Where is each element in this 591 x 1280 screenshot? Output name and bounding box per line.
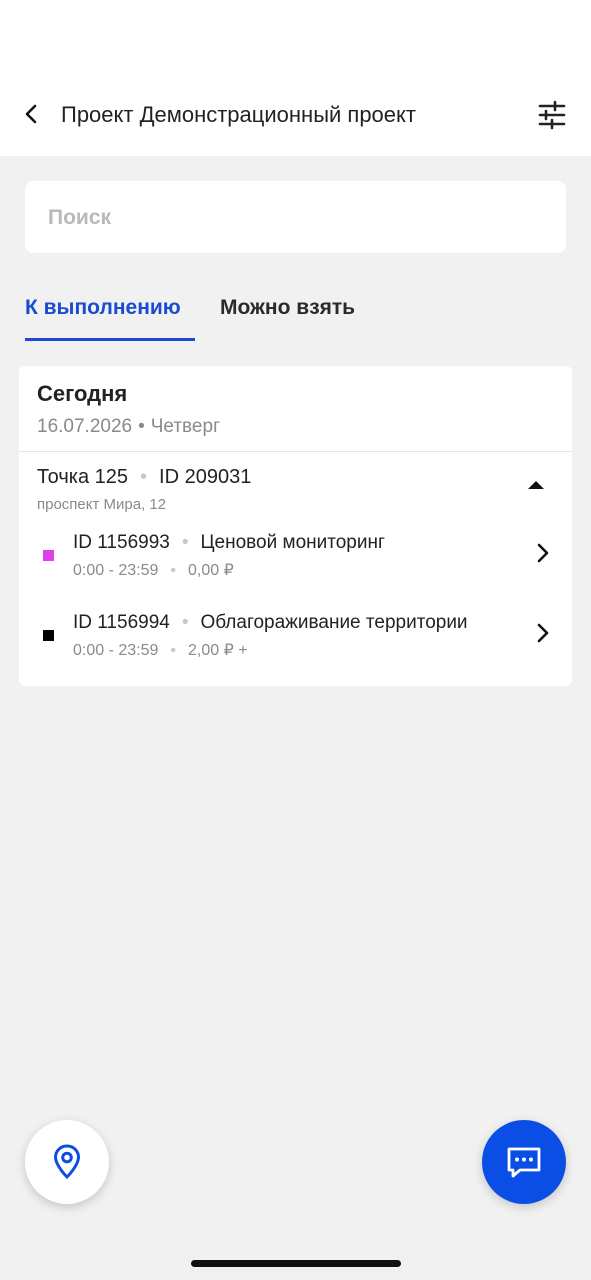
tab-available[interactable]: Можно взять [220,296,355,320]
task-price: 2,00 ₽ + [188,642,248,659]
map-button[interactable] [25,1120,109,1204]
point-title-line: Точка 125 • ID 209031 [37,466,251,489]
page-title: Проект Демонстрационный проект [61,102,416,127]
tab-to-do[interactable]: К выполнению [25,296,181,320]
chat-button[interactable] [482,1120,566,1204]
task-title-line: ID 1156994 • Облагораживание территории [73,612,468,634]
task-id: ID 1156994 [73,612,170,633]
search-input[interactable] [46,181,550,255]
separator-dot: • [181,612,189,633]
caret-up-icon[interactable] [525,478,547,492]
task-time: 0:00 - 23:59 [73,562,159,579]
back-button[interactable] [20,102,44,126]
task-title-line: ID 1156993 • Ценовой мониторинг [73,532,385,554]
chevron-left-icon [25,104,37,124]
task-id: ID 1156993 [73,532,170,553]
task-time: 0:00 - 23:59 [73,642,159,659]
task-row[interactable]: ID 1156993 • Ценовой мониторинг 0:00 - 23:… [19,518,572,588]
separator-dot: • [170,562,177,579]
task-row[interactable]: ID 1156994 • Облагораживание территории 0:… [19,598,572,668]
task-color-marker [43,630,54,641]
day-date-line: 16.07.2026 • Четверг [37,416,220,438]
chevron-right-icon [537,543,549,563]
home-indicator [191,1260,401,1267]
chevron-right-icon [537,623,549,643]
task-color-marker [43,550,54,561]
day-card: Сегодня 16.07.2026 • Четверг Точка 125 • ID … [19,366,572,686]
day-date: 16.07.2026 [37,416,133,437]
separator-dot: • [138,416,145,437]
filter-button[interactable] [536,99,568,131]
point-address: проспект Мира, 12 [37,496,167,513]
task-price: 0,00 ₽ [188,562,234,579]
point-id: ID 209031 [159,466,252,488]
task-title: Облагораживание территории [200,612,468,633]
active-tab-indicator [25,338,195,341]
point-header[interactable]: Точка 125 • ID 209031 проспект Мира, 12 [19,452,572,518]
chat-icon [507,1147,541,1178]
tab-bar: К выполнению Можно взять [0,290,591,342]
separator-dot: • [170,642,177,659]
map-pin-icon [53,1144,81,1180]
separator-dot: • [140,466,148,488]
separator-dot: • [181,532,189,553]
task-meta-line: 0:00 - 23:59 • 2,00 ₽ + [73,640,248,660]
search-box [25,181,566,255]
day-title: Сегодня [37,381,128,406]
app-header: Проект Демонстрационный проект [0,0,591,156]
point-name: Точка 125 [37,466,128,488]
task-title: Ценовой мониторинг [200,532,385,553]
task-meta-line: 0:00 - 23:59 • 0,00 ₽ [73,560,234,580]
day-weekday: Четверг [150,416,220,437]
sliders-icon [538,100,566,130]
